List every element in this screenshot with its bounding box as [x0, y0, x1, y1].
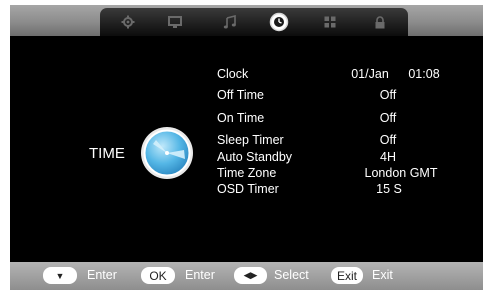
- osd-timer-value: 15 S: [376, 182, 402, 196]
- down-key-badge: ▼: [43, 267, 77, 284]
- exit-key-badge: Exit: [331, 267, 363, 284]
- left-right-key-badge: ◀▶: [234, 267, 267, 284]
- tab-picture[interactable]: [165, 13, 185, 31]
- tab-option[interactable]: [320, 13, 340, 31]
- menu-item-osd-timer[interactable]: OSD Timer: [217, 182, 279, 196]
- clock-icon: [269, 12, 289, 32]
- gear-icon: [121, 15, 135, 29]
- hint-enter-down: Enter: [87, 268, 117, 282]
- menu-item-on-time[interactable]: On Time: [217, 111, 264, 125]
- hint-exit: Exit: [372, 268, 393, 282]
- monitor-icon: [168, 15, 182, 28]
- auto-standby-value: 4H: [380, 150, 396, 164]
- key-hint-bar: ▼ Enter OK Enter ◀▶ Select Exit Exit: [10, 262, 483, 290]
- hint-select: Select: [274, 268, 309, 282]
- clock-date-value: 01/Jan: [351, 67, 389, 81]
- tv-osd-screen: TIME Clock 01/Jan 01:08 Off Time Off On …: [10, 5, 483, 290]
- clock-emblem-icon: [140, 126, 194, 180]
- sleep-timer-value: Off: [379, 133, 397, 147]
- menu-item-auto-standby[interactable]: Auto Standby: [217, 150, 292, 164]
- menu-title: TIME: [89, 145, 125, 162]
- menu-item-clock[interactable]: Clock: [217, 67, 248, 81]
- on-time-value: Off: [379, 111, 397, 125]
- tab-time[interactable]: [267, 11, 291, 33]
- menu-item-time-zone[interactable]: Time Zone: [217, 166, 276, 180]
- lock-icon: [375, 15, 385, 28]
- tab-lock[interactable]: [370, 13, 390, 31]
- off-time-value: Off: [379, 88, 397, 102]
- menu-tabs: [100, 8, 408, 36]
- grid-icon: [324, 16, 336, 28]
- menu-tab-bar: [10, 5, 483, 36]
- music-note-icon: [223, 15, 236, 29]
- menu-item-off-time[interactable]: Off Time: [217, 88, 264, 102]
- clock-time-value: 01:08: [408, 67, 440, 81]
- time-zone-value: London GMT: [364, 166, 438, 180]
- ok-key-badge: OK: [141, 267, 175, 284]
- menu-item-sleep-timer[interactable]: Sleep Timer: [217, 133, 284, 147]
- tab-setup[interactable]: [118, 13, 138, 31]
- tab-sound[interactable]: [220, 13, 240, 31]
- hint-enter-ok: Enter: [185, 268, 215, 282]
